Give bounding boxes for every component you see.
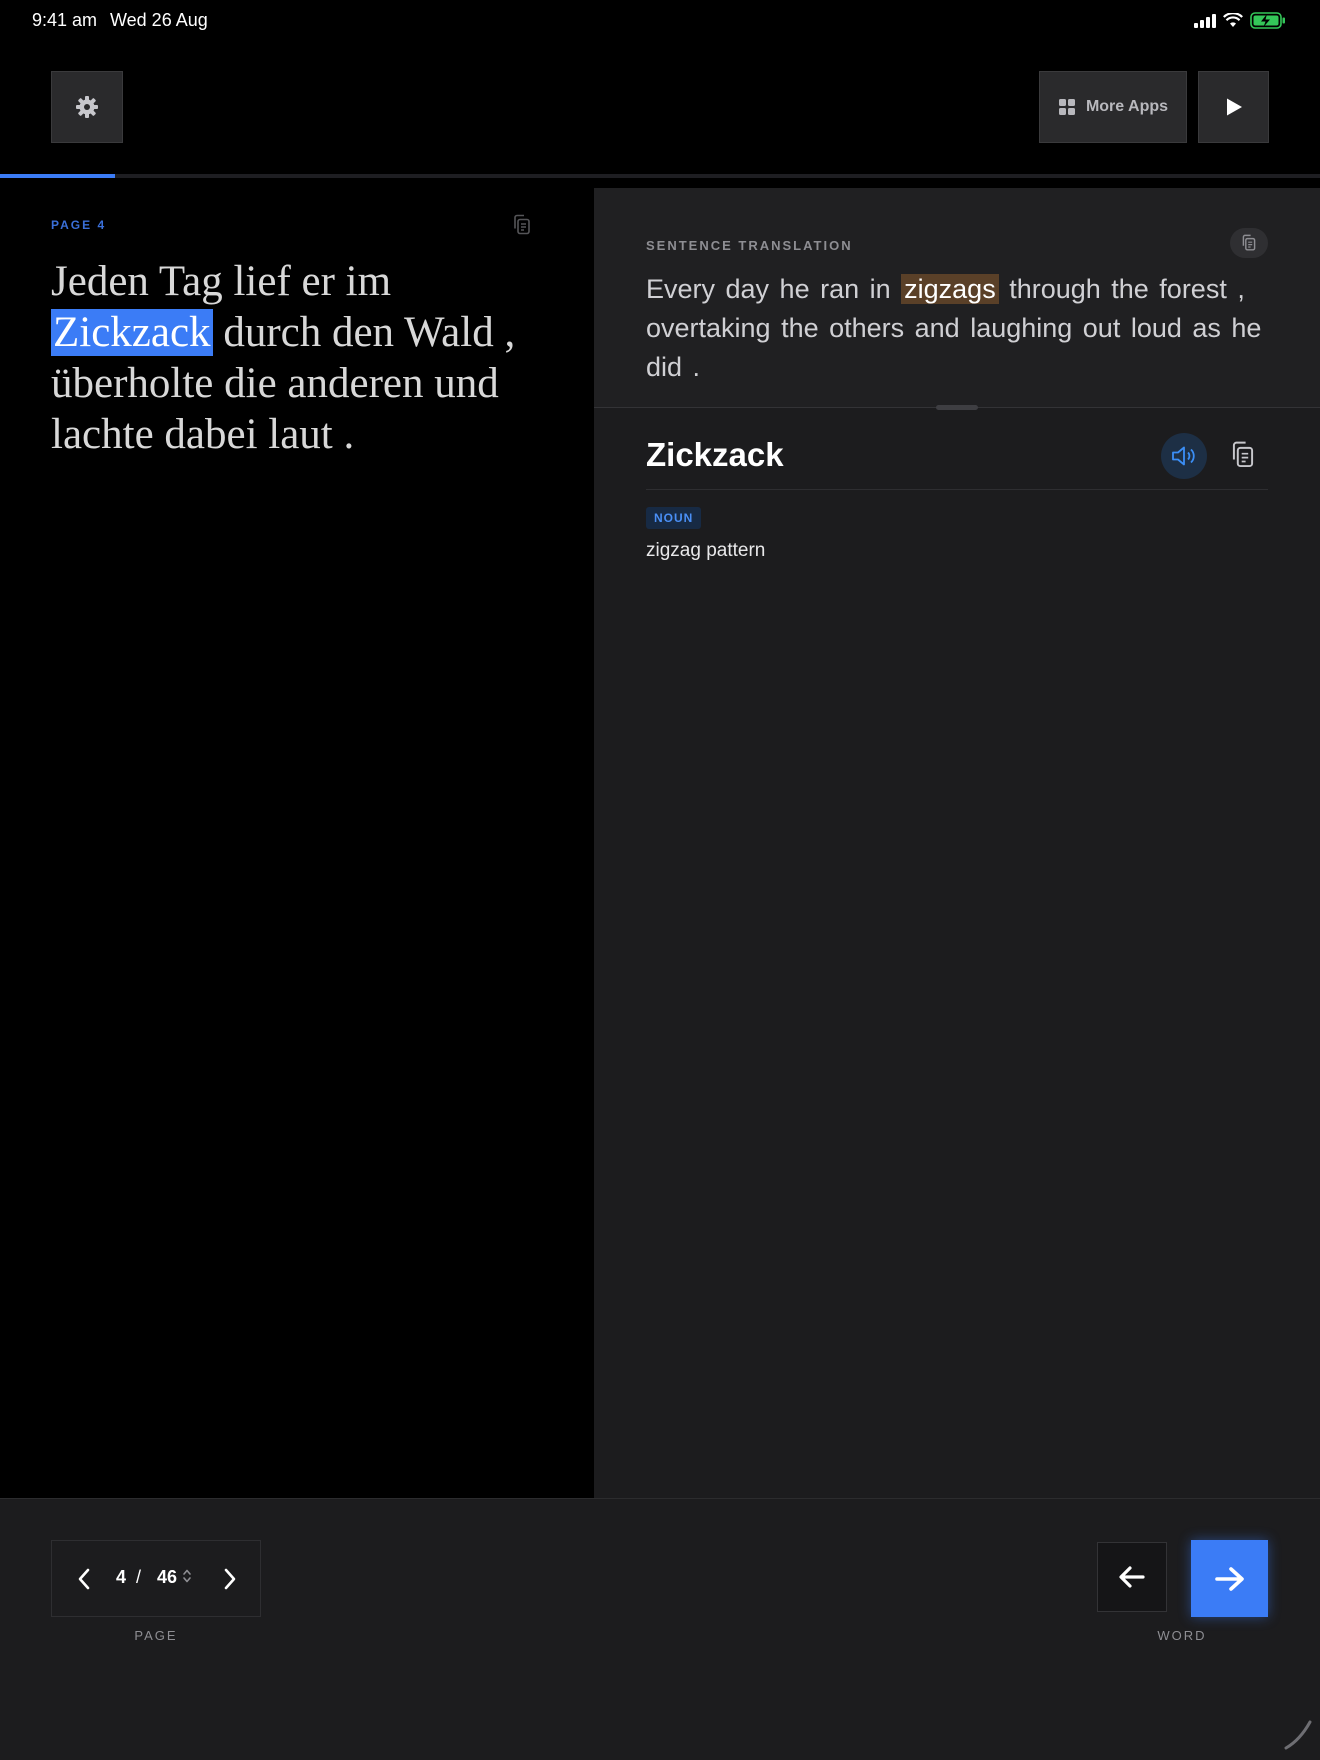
- gear-icon: [76, 96, 98, 118]
- translation-sentence: Every day he ran in zigzags through the …: [646, 270, 1266, 387]
- copy-icon: [1232, 441, 1254, 468]
- current-page-number[interactable]: 4: [116, 1567, 126, 1588]
- translation-text-before: Every day he ran in: [646, 274, 902, 304]
- wifi-icon: [1223, 13, 1243, 27]
- page-caption: PAGE: [134, 1628, 178, 1643]
- copy-translation-button[interactable]: [1230, 228, 1268, 258]
- page-label: PAGE 4: [51, 218, 107, 232]
- play-icon: [1226, 98, 1242, 116]
- next-page-button[interactable]: [218, 1565, 242, 1593]
- more-apps-button[interactable]: More Apps: [1039, 71, 1187, 143]
- play-button[interactable]: [1198, 71, 1269, 143]
- word-title: Zickzack: [646, 436, 784, 473]
- page-pager: 4 / 46: [51, 1540, 261, 1617]
- part-of-speech-badge: NOUN: [646, 507, 702, 529]
- speaker-icon: [1172, 446, 1195, 466]
- bottom-navigation-bar: 4 / 46 PAGE WORD: [0, 1498, 1320, 1760]
- signal-icon: [1194, 13, 1216, 28]
- source-text-panel: PAGE 4 Jeden Tag lief er im Zickzack dur…: [0, 178, 594, 1498]
- more-apps-label: More Apps: [1085, 98, 1169, 115]
- word-divider: [646, 489, 1268, 490]
- pencil-stroke-icon: [1284, 1720, 1312, 1750]
- chevron-right-icon: [224, 1568, 236, 1590]
- previous-word-button[interactable]: [1097, 1542, 1167, 1612]
- battery-charging-icon: [1250, 12, 1285, 29]
- copy-icon: [1242, 234, 1256, 251]
- sentence-translation-section: SENTENCE TRANSLATION Every day he ran in…: [594, 188, 1320, 410]
- status-time: 9:41 am: [32, 10, 98, 30]
- selected-word[interactable]: Zickzack: [51, 309, 213, 356]
- word-caption: WORD: [1157, 1628, 1207, 1643]
- copy-icon: [514, 214, 530, 235]
- status-icons: [1194, 12, 1286, 29]
- next-word-button[interactable]: [1191, 1540, 1268, 1617]
- arrow-left-icon: [1119, 1566, 1145, 1588]
- copy-source-button[interactable]: [512, 214, 532, 241]
- settings-button[interactable]: [51, 71, 123, 143]
- page-stepper-icon[interactable]: [182, 1568, 192, 1584]
- app-window: 9:41 am Wed 26 Aug More Apps PAGE 4 Jede…: [0, 0, 1320, 1760]
- grid-icon: [1058, 99, 1075, 115]
- source-sentence: Jeden Tag lief er im Zickzack durch den …: [51, 256, 551, 460]
- arrow-right-icon: [1214, 1566, 1244, 1591]
- translated-word-highlight: zigzags: [901, 274, 999, 304]
- word-definition: zigzag pattern: [646, 540, 766, 561]
- panel-drag-handle[interactable]: [936, 405, 978, 410]
- source-text-before: Jeden Tag lief er im: [51, 258, 392, 305]
- pronounce-button[interactable]: [1161, 433, 1207, 479]
- page-separator: /: [136, 1567, 142, 1587]
- total-pages: 46: [157, 1567, 178, 1587]
- status-bar: 9:41 am Wed 26 Aug: [0, 0, 1320, 42]
- copy-word-button[interactable]: [1230, 440, 1256, 475]
- sentence-translation-label: SENTENCE TRANSLATION: [646, 238, 853, 253]
- translation-panel: SENTENCE TRANSLATION Every day he ran in…: [594, 188, 1320, 1498]
- previous-page-button[interactable]: [72, 1565, 96, 1593]
- chevron-left-icon: [78, 1568, 90, 1590]
- status-date: Wed 26 Aug: [110, 10, 208, 30]
